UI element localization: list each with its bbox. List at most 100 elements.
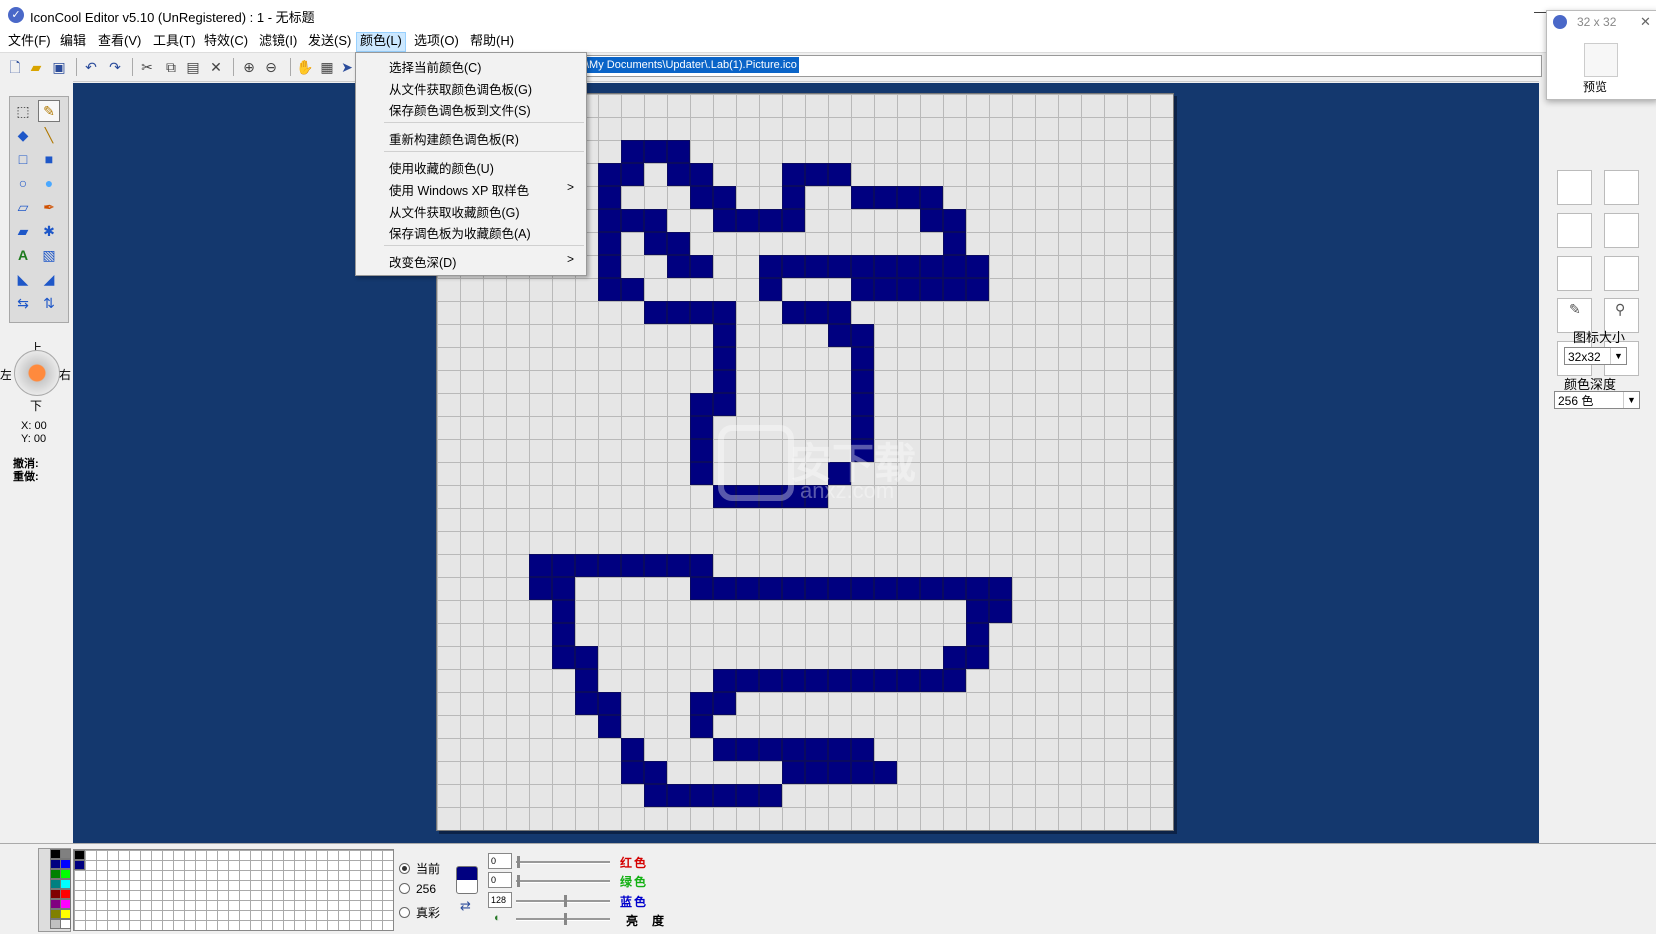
- rotate-left-icon[interactable]: ◣: [13, 269, 33, 289]
- pixel[interactable]: [805, 255, 828, 278]
- pixel[interactable]: [575, 692, 598, 715]
- pixel[interactable]: [782, 301, 805, 324]
- pixel[interactable]: [667, 232, 690, 255]
- pointer-icon[interactable]: ➤: [338, 58, 356, 76]
- pixel[interactable]: [989, 600, 1012, 623]
- pixel[interactable]: [713, 370, 736, 393]
- palette-color[interactable]: [60, 879, 71, 889]
- menu-item-load-favorite-colors[interactable]: 从文件获取收藏颜色(G): [389, 202, 520, 221]
- pixel[interactable]: [759, 577, 782, 600]
- pixel[interactable]: [621, 761, 644, 784]
- pixel[interactable]: [966, 255, 989, 278]
- pixel[interactable]: [851, 324, 874, 347]
- pixel[interactable]: [667, 554, 690, 577]
- pixel[interactable]: [598, 554, 621, 577]
- icon-slot[interactable]: [1557, 256, 1592, 291]
- pixel[interactable]: [667, 255, 690, 278]
- palette-mode-current[interactable]: 当前: [399, 860, 440, 877]
- redo-icon[interactable]: ↷: [106, 58, 124, 76]
- pixel[interactable]: [966, 600, 989, 623]
- brightness-slider-thumb[interactable]: [564, 913, 567, 925]
- delete-icon[interactable]: ✕: [207, 58, 225, 76]
- pixel[interactable]: [874, 669, 897, 692]
- pixel[interactable]: [966, 278, 989, 301]
- pixel[interactable]: [828, 738, 851, 761]
- pixel[interactable]: [552, 577, 575, 600]
- pixel[interactable]: [621, 209, 644, 232]
- pixel[interactable]: [713, 347, 736, 370]
- pixel[interactable]: [713, 577, 736, 600]
- pixel[interactable]: [920, 209, 943, 232]
- palette-color[interactable]: [60, 919, 71, 929]
- pixel[interactable]: [644, 554, 667, 577]
- pixel[interactable]: [598, 255, 621, 278]
- fill-bucket-icon[interactable]: ◆: [13, 125, 33, 145]
- pixel[interactable]: [736, 209, 759, 232]
- pixel[interactable]: [828, 324, 851, 347]
- blue-value[interactable]: 128: [488, 892, 512, 908]
- pixel[interactable]: [621, 278, 644, 301]
- pixel[interactable]: [621, 140, 644, 163]
- gradient-icon[interactable]: ▧: [39, 245, 59, 265]
- pixel[interactable]: [828, 163, 851, 186]
- menu-item-rebuild-palette[interactable]: 重新构建颜色调色板(R): [389, 129, 519, 148]
- cut-icon[interactable]: ✂: [138, 58, 156, 76]
- icon-slot[interactable]: [1557, 213, 1592, 248]
- pixel[interactable]: [713, 186, 736, 209]
- pixel[interactable]: [759, 669, 782, 692]
- green-slider-thumb[interactable]: [517, 875, 520, 887]
- pixel[interactable]: [690, 163, 713, 186]
- pixel[interactable]: [759, 278, 782, 301]
- custom-palette-grid[interactable]: [73, 849, 394, 931]
- magic-wand-icon[interactable]: ✱: [39, 221, 59, 241]
- menu-edit[interactable]: 编辑: [57, 32, 89, 50]
- pixel[interactable]: [805, 163, 828, 186]
- rotate-right-icon[interactable]: ◢: [39, 269, 59, 289]
- ellipse-icon[interactable]: ○: [13, 173, 33, 193]
- pixel[interactable]: [874, 278, 897, 301]
- palette-mode-truecolor[interactable]: 真彩: [399, 904, 440, 921]
- menu-item-save-palette[interactable]: 保存颜色调色板到文件(S): [389, 100, 531, 119]
- text-icon[interactable]: A: [13, 245, 33, 265]
- pixel[interactable]: [759, 738, 782, 761]
- green-value[interactable]: 0: [488, 872, 512, 888]
- pixel[interactable]: [598, 186, 621, 209]
- pixel[interactable]: [621, 163, 644, 186]
- icon-size-select[interactable]: 32x32 ▼: [1564, 347, 1627, 365]
- film-icon[interactable]: ▦: [318, 58, 336, 76]
- pixel[interactable]: [851, 186, 874, 209]
- pixel[interactable]: [667, 163, 690, 186]
- pixel[interactable]: [920, 278, 943, 301]
- pixel[interactable]: [667, 140, 690, 163]
- line-icon[interactable]: ╲: [39, 125, 59, 145]
- pixel[interactable]: [851, 347, 874, 370]
- pixel[interactable]: [805, 761, 828, 784]
- hand-icon[interactable]: ✋: [296, 58, 314, 76]
- pixel[interactable]: [782, 669, 805, 692]
- menu-filters[interactable]: 滤镜(I): [256, 32, 300, 50]
- pixel[interactable]: [805, 669, 828, 692]
- pixel[interactable]: [575, 669, 598, 692]
- pixel[interactable]: [897, 669, 920, 692]
- menu-options[interactable]: 选项(O): [411, 32, 462, 50]
- menu-help[interactable]: 帮助(H): [467, 32, 517, 50]
- pixel[interactable]: [598, 232, 621, 255]
- palette-mode-256[interactable]: 256: [399, 882, 436, 896]
- pixel[interactable]: [598, 278, 621, 301]
- blue-slider-thumb[interactable]: [564, 895, 567, 907]
- pixel[interactable]: [920, 186, 943, 209]
- pixel[interactable]: [782, 209, 805, 232]
- pixel[interactable]: [621, 738, 644, 761]
- pixel[interactable]: [920, 255, 943, 278]
- pixel[interactable]: [805, 577, 828, 600]
- pixel[interactable]: [644, 140, 667, 163]
- pixel[interactable]: [851, 738, 874, 761]
- menu-item-load-palette[interactable]: 从文件获取颜色调色板(G): [389, 79, 532, 98]
- paste-icon[interactable]: ▤: [184, 58, 202, 76]
- pixel[interactable]: [920, 577, 943, 600]
- pixel[interactable]: [529, 577, 552, 600]
- red-slider[interactable]: [516, 861, 610, 864]
- undo-icon[interactable]: ↶: [82, 58, 100, 76]
- rectangle-icon[interactable]: □: [13, 149, 33, 169]
- pixel[interactable]: [828, 577, 851, 600]
